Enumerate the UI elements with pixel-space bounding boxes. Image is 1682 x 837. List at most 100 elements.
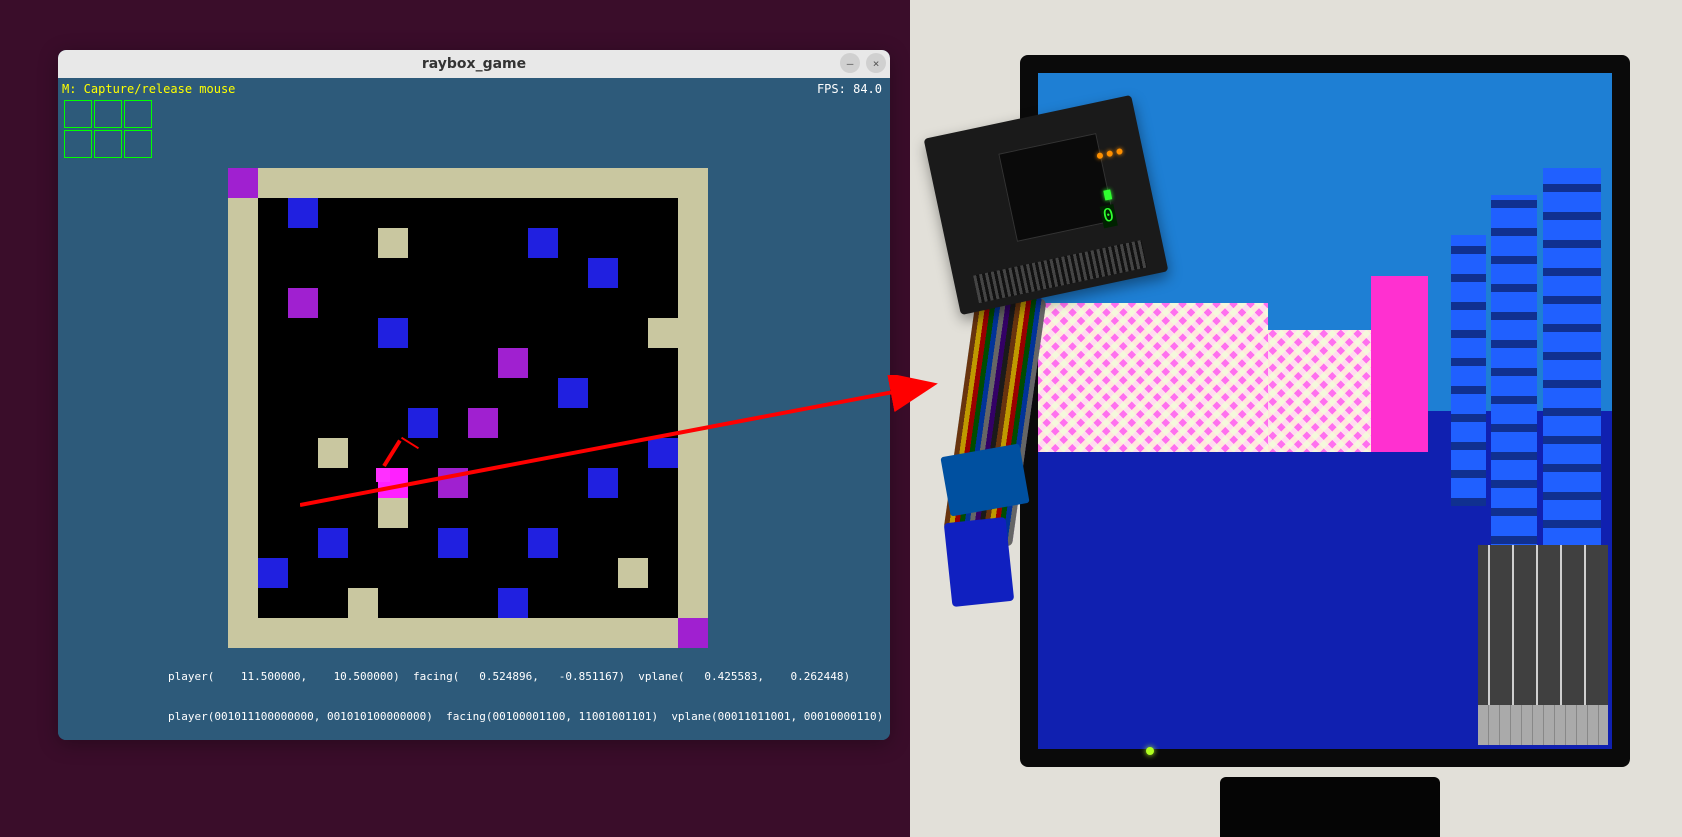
- render-wall-segment: [1038, 303, 1268, 452]
- map-cell: [348, 288, 378, 318]
- map-cell: [528, 378, 558, 408]
- map-cell: [618, 588, 648, 618]
- game-viewport[interactable]: M: Capture/release mouse FPS: 84.0 playe…: [58, 78, 890, 740]
- map-cell: [318, 378, 348, 408]
- map-cell: [588, 198, 618, 228]
- map-cell: [228, 408, 258, 438]
- map-cell: [498, 558, 528, 588]
- slot[interactable]: [124, 100, 152, 128]
- map-cell: [588, 168, 618, 198]
- map-cell: [438, 378, 468, 408]
- map-cell: [618, 408, 648, 438]
- status-leds: [1096, 148, 1123, 159]
- map-cell: [288, 168, 318, 198]
- map-cell: [348, 438, 378, 468]
- map-cell: [468, 588, 498, 618]
- map-cell: [618, 378, 648, 408]
- led-icon: [1096, 152, 1103, 159]
- map-cell: [318, 558, 348, 588]
- map-cell: [528, 588, 558, 618]
- map-cell: [528, 198, 558, 228]
- map-cell: [648, 498, 678, 528]
- fps-counter: FPS: 84.0: [817, 82, 882, 96]
- map-cell: [288, 198, 318, 228]
- game-window: raybox_game – × M: Capture/release mouse…: [58, 50, 890, 740]
- map-cell: [648, 378, 678, 408]
- monitor-stand: [1220, 777, 1440, 837]
- map-cell: [288, 378, 318, 408]
- map-cell: [588, 558, 618, 588]
- map-cell: [378, 228, 408, 258]
- map-cell: [408, 198, 438, 228]
- map-cell: [618, 228, 648, 258]
- map-cell: [258, 228, 288, 258]
- map-cell: [378, 288, 408, 318]
- fpga-chip-icon: [998, 133, 1115, 242]
- map-cell: [468, 258, 498, 288]
- map-cell: [318, 258, 348, 288]
- map-cell: [528, 498, 558, 528]
- monitor-power-led-icon: [1146, 747, 1154, 755]
- slot[interactable]: [64, 100, 92, 128]
- map-cell: [318, 468, 348, 498]
- map-cell: [318, 498, 348, 528]
- map-cell: [408, 288, 438, 318]
- map-cell: [348, 198, 378, 228]
- map-cell: [438, 558, 468, 588]
- map-cell: [288, 558, 318, 588]
- map-cell: [678, 558, 708, 588]
- map-cell: [558, 288, 588, 318]
- status-line-float: player( 11.500000, 10.500000) facing( 0.…: [168, 670, 850, 683]
- slot[interactable]: [94, 100, 122, 128]
- map-cell: [348, 408, 378, 438]
- map-cell: [258, 588, 288, 618]
- minimize-button[interactable]: –: [840, 53, 860, 73]
- map-cell: [528, 318, 558, 348]
- map-cell: [678, 348, 708, 378]
- map-cell: [288, 618, 318, 648]
- map-cell: [378, 168, 408, 198]
- map-cell: [648, 588, 678, 618]
- slot[interactable]: [64, 130, 92, 158]
- map-cell: [378, 198, 408, 228]
- status-line-binary: player(001011100000000, 001010100000000)…: [168, 710, 883, 723]
- map-cell: [378, 618, 408, 648]
- map-cell: [348, 588, 378, 618]
- map-cell: [528, 468, 558, 498]
- minimap-grid: [228, 168, 708, 648]
- map-cell: [498, 258, 528, 288]
- map-cell: [558, 198, 588, 228]
- map-cell: [588, 378, 618, 408]
- map-cell: [318, 408, 348, 438]
- map-cell: [498, 228, 528, 258]
- status-bar: player( 11.500000, 10.500000) facing( 0.…: [58, 657, 890, 736]
- titlebar[interactable]: raybox_game – ×: [58, 50, 890, 78]
- map-cell: [528, 408, 558, 438]
- slot[interactable]: [124, 130, 152, 158]
- map-cell: [678, 258, 708, 288]
- map-cell: [678, 378, 708, 408]
- map-cell: [468, 318, 498, 348]
- render-blue-pillar: [1491, 195, 1537, 601]
- map-cell: [378, 318, 408, 348]
- map-cell: [438, 408, 468, 438]
- slot[interactable]: [94, 130, 122, 158]
- led-icon: [1116, 148, 1123, 155]
- map-cell: [348, 498, 378, 528]
- map-cell: [258, 468, 288, 498]
- map-cell: [558, 468, 588, 498]
- map-cell: [558, 588, 588, 618]
- map-cell: [528, 618, 558, 648]
- map-cell: [648, 288, 678, 318]
- map-cell: [498, 318, 528, 348]
- map-cell: [618, 528, 648, 558]
- map-cell: [228, 288, 258, 318]
- close-button[interactable]: ×: [866, 53, 886, 73]
- map-cell: [228, 228, 258, 258]
- map-cell: [558, 378, 588, 408]
- map-cell: [618, 198, 648, 228]
- map-cell: [378, 498, 408, 528]
- map-cell: [288, 528, 318, 558]
- map-cell: [438, 438, 468, 468]
- map-cell: [528, 558, 558, 588]
